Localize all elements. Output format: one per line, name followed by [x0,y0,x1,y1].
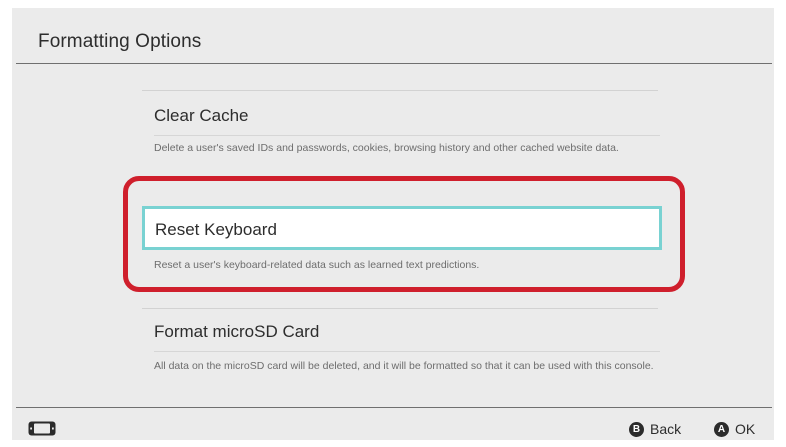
settings-screen: Formatting Options Clear Cache Delete a … [12,8,774,440]
option-description: All data on the microSD card will be del… [154,360,654,372]
header: Formatting Options [12,8,774,62]
ok-label: OK [735,421,756,437]
option-format-microsd[interactable]: Format microSD Card All data on the micr… [140,308,660,400]
option-title: Format microSD Card [154,322,320,341]
back-button[interactable]: B Back [629,421,681,437]
option-divider [142,90,658,91]
header-divider [16,63,772,64]
option-separator [154,351,660,352]
footer-divider [16,407,772,408]
option-clear-cache[interactable]: Clear Cache Delete a user's saved IDs an… [140,90,660,180]
option-separator [154,135,660,136]
a-button-icon: A [714,421,729,437]
highlight-annotation [123,176,685,292]
ok-button[interactable]: A OK [714,421,755,437]
back-label: Back [650,421,682,437]
option-title: Clear Cache [154,106,249,125]
option-divider [142,308,658,309]
b-button-icon: B [629,421,644,437]
console-icon [28,421,56,436]
page-title: Formatting Options [38,31,202,52]
option-description: Delete a user's saved IDs and passwords,… [154,142,619,154]
